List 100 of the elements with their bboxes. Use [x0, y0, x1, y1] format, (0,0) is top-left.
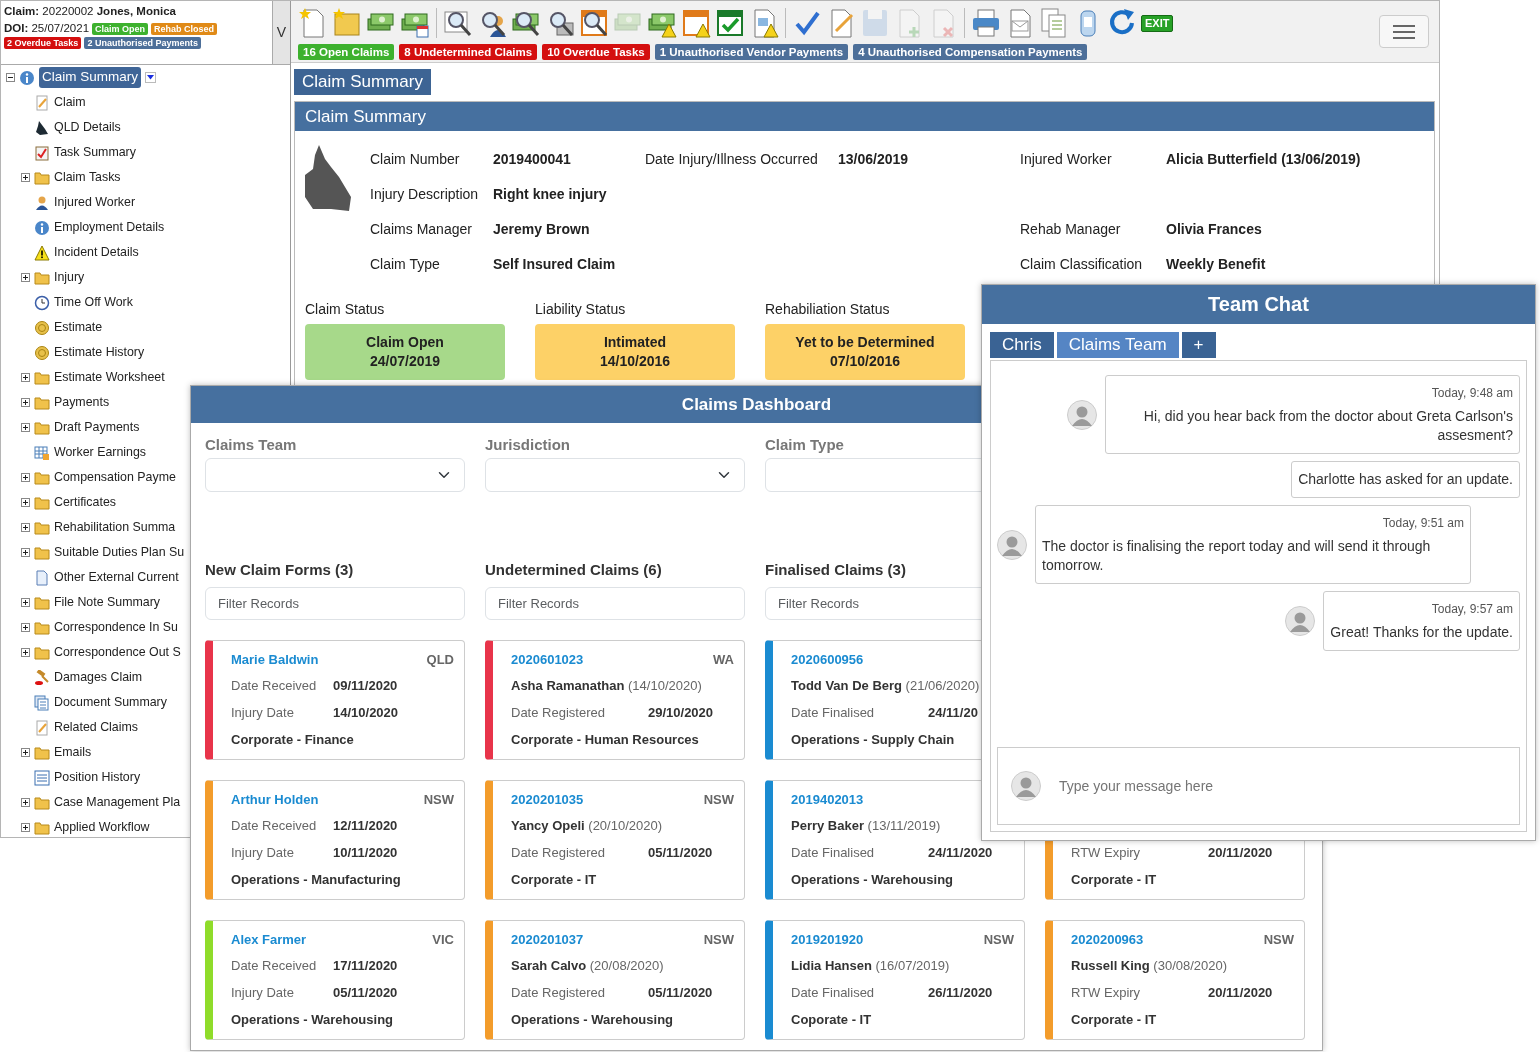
claim-card[interactable]: Marie Baldwin QLD Date Received 09/11/2020 Injury Date 14/10/2020 Corporate - Finance: [205, 640, 465, 760]
claim-link[interactable]: 2020201035: [511, 789, 584, 810]
field-value: 24/11/2020: [928, 844, 993, 863]
expand-icon[interactable]: [21, 598, 30, 607]
count-badge[interactable]: 10 Overdue Tasks: [542, 44, 650, 60]
calendar-search-icon[interactable]: [579, 7, 609, 39]
calendar-check-icon[interactable]: [715, 7, 745, 39]
claim-link[interactable]: 2019402013: [791, 789, 864, 810]
tree-item[interactable]: Claim: [54, 93, 86, 112]
chat-tab[interactable]: Chris: [990, 332, 1054, 358]
field-label: RTW Expiry: [1071, 984, 1142, 1003]
expand-icon[interactable]: [21, 273, 30, 282]
tree-item[interactable]: Emails: [54, 743, 92, 762]
tree-item[interactable]: Time Off Work: [54, 293, 133, 312]
tree-item[interactable]: Draft Payments: [54, 418, 140, 437]
claim-link[interactable]: Arthur Holden: [231, 789, 319, 810]
tree-item[interactable]: Estimate Worksheet: [54, 368, 165, 387]
expand-icon[interactable]: [21, 173, 30, 182]
count-badge[interactable]: 4 Unauthorised Compensation Payments: [853, 44, 1088, 60]
tree-item[interactable]: Case Management Pla: [54, 793, 181, 812]
tree-item[interactable]: Payments: [54, 393, 110, 412]
tree-item[interactable]: Correspondence Out S: [54, 643, 181, 662]
region-label: NSW: [703, 930, 734, 949]
claim-link[interactable]: Alex Farmer: [231, 929, 307, 950]
expand-icon[interactable]: [21, 373, 30, 382]
calendar-warning-icon[interactable]: [681, 7, 711, 39]
toggle-button[interactable]: V: [272, 1, 290, 64]
field-label: Date Registered: [511, 844, 606, 863]
message-field[interactable]: Type your message here: [997, 747, 1520, 825]
filter-input[interactable]: Filter Records: [485, 587, 745, 620]
tree-item[interactable]: Correspondence In Su: [54, 618, 178, 637]
expand-icon[interactable]: [21, 748, 30, 757]
map-icon: [34, 119, 50, 136]
count-badge[interactable]: 8 Undetermined Claims: [399, 44, 538, 60]
menu-button[interactable]: [1379, 15, 1429, 48]
collapse-icon[interactable]: [6, 73, 15, 82]
claim-card[interactable]: Alex Farmer VIC Date Received 17/11/2020 Injury Date 05/11/2020 Operations - Warehousing: [205, 920, 465, 1040]
expand-icon[interactable]: [21, 798, 30, 807]
message-time: Today, 9:48 am: [1430, 385, 1513, 402]
tree-item[interactable]: QLD Details: [54, 118, 121, 137]
chat-tab[interactable]: Claims Team: [1056, 332, 1179, 358]
tree-item[interactable]: Estimate: [54, 318, 103, 337]
folder-icon: [34, 519, 50, 536]
tree-item[interactable]: Other External Current: [54, 568, 179, 587]
tree-item[interactable]: Rehabilitation Summa: [54, 518, 176, 537]
tree-item[interactable]: Damages Claim: [54, 668, 143, 687]
tree-item[interactable]: Incident Details: [54, 243, 139, 262]
claim-link[interactable]: Marie Baldwin: [231, 649, 319, 670]
expand-icon[interactable]: [21, 398, 30, 407]
tree-item[interactable]: Document Summary: [54, 693, 167, 712]
expand-icon[interactable]: [21, 548, 30, 557]
tree-item[interactable]: Claim Tasks: [54, 168, 121, 187]
chat-tab[interactable]: +: [1181, 332, 1216, 358]
claim-card[interactable]: 2020200963 NSW Russell King (30/08/2020) RTW Expiry 20/11/2020 Corporate - IT: [1045, 920, 1305, 1040]
claim-card[interactable]: Arthur Holden NSW Date Received 12/11/2020 Injury Date 10/11/2020 Operations - Manufacturing: [205, 780, 465, 900]
tree-item[interactable]: Employment Details: [54, 218, 165, 237]
tree-item[interactable]: Injury: [54, 268, 85, 287]
tree-item[interactable]: Task Summary: [54, 143, 136, 162]
tree-item[interactable]: Compensation Payme: [54, 468, 176, 487]
tree-item[interactable]: Suitable Duties Plan Su: [54, 543, 185, 562]
tree-item[interactable]: Worker Earnings: [54, 443, 147, 462]
expand-icon[interactable]: [21, 498, 30, 507]
field-label: Injury Date: [231, 984, 295, 1003]
field-label: Claim Type: [370, 255, 441, 274]
claim-link[interactable]: 2020201037: [511, 929, 584, 950]
claim-link[interactable]: 2020601023: [511, 649, 584, 670]
count-badge[interactable]: 1 Unauthorised Vendor Payments: [654, 44, 849, 60]
claim-card[interactable]: 2020601023 WA Asha Ramanathan (14/10/2020) Date Registered 29/10/2020 Corporate - Human Resources: [485, 640, 745, 760]
field-value: 05/11/2020: [648, 984, 713, 1003]
expand-icon[interactable]: [21, 423, 30, 432]
department-label: Corporate - Finance: [231, 730, 354, 749]
filter-input[interactable]: Filter Records: [205, 587, 465, 620]
tree-item[interactable]: Position History: [54, 768, 141, 787]
field-label: Date Injury/Illness Occurred: [645, 150, 819, 169]
printer-icon[interactable]: [971, 7, 1001, 39]
tree-item[interactable]: Estimate History: [54, 343, 145, 362]
tree-item[interactable]: File Note Summary: [54, 593, 161, 612]
claim-card[interactable]: 2020201035 NSW Yancy Opeli (20/10/2020) Date Registered 05/11/2020 Corporate - IT: [485, 780, 745, 900]
page-tab[interactable]: Claim Summary: [294, 69, 431, 95]
claim-card[interactable]: 2020201037 NSW Sarah Calvo (20/08/2020) Date Registered 05/11/2020 Operations - Warehousing: [485, 920, 745, 1040]
dropdown-icon[interactable]: [145, 72, 156, 83]
claim-link[interactable]: 2020200963: [1071, 929, 1144, 950]
clipboard-icon: [34, 144, 50, 161]
tree-item[interactable]: Certificates: [54, 493, 116, 512]
claim-link[interactable]: 2020600956: [791, 649, 864, 670]
person-line: Todd Van De Berg (21/06/2020): [791, 677, 980, 696]
claim-card[interactable]: 2019201920 NSW Lidia Hansen (16/07/2019) Date Finalised 26/11/2020 Coporate - IT: [765, 920, 1025, 1040]
tree-item[interactable]: Injured Worker: [54, 193, 136, 212]
expand-icon[interactable]: [21, 473, 30, 482]
folder-icon: [34, 619, 50, 636]
expand-icon[interactable]: [21, 823, 30, 832]
expand-icon[interactable]: [21, 523, 30, 532]
expand-icon[interactable]: [21, 648, 30, 657]
coin-icon: [34, 319, 50, 336]
claim-link[interactable]: 2019201920: [791, 929, 864, 950]
department-label: Operations - Warehousing: [511, 1010, 674, 1029]
tree-item[interactable]: Related Claims: [54, 718, 138, 737]
tree-item[interactable]: Claim Summary: [39, 67, 141, 88]
expand-icon[interactable]: [21, 623, 30, 632]
tree-item[interactable]: Applied Workflow: [54, 818, 150, 837]
